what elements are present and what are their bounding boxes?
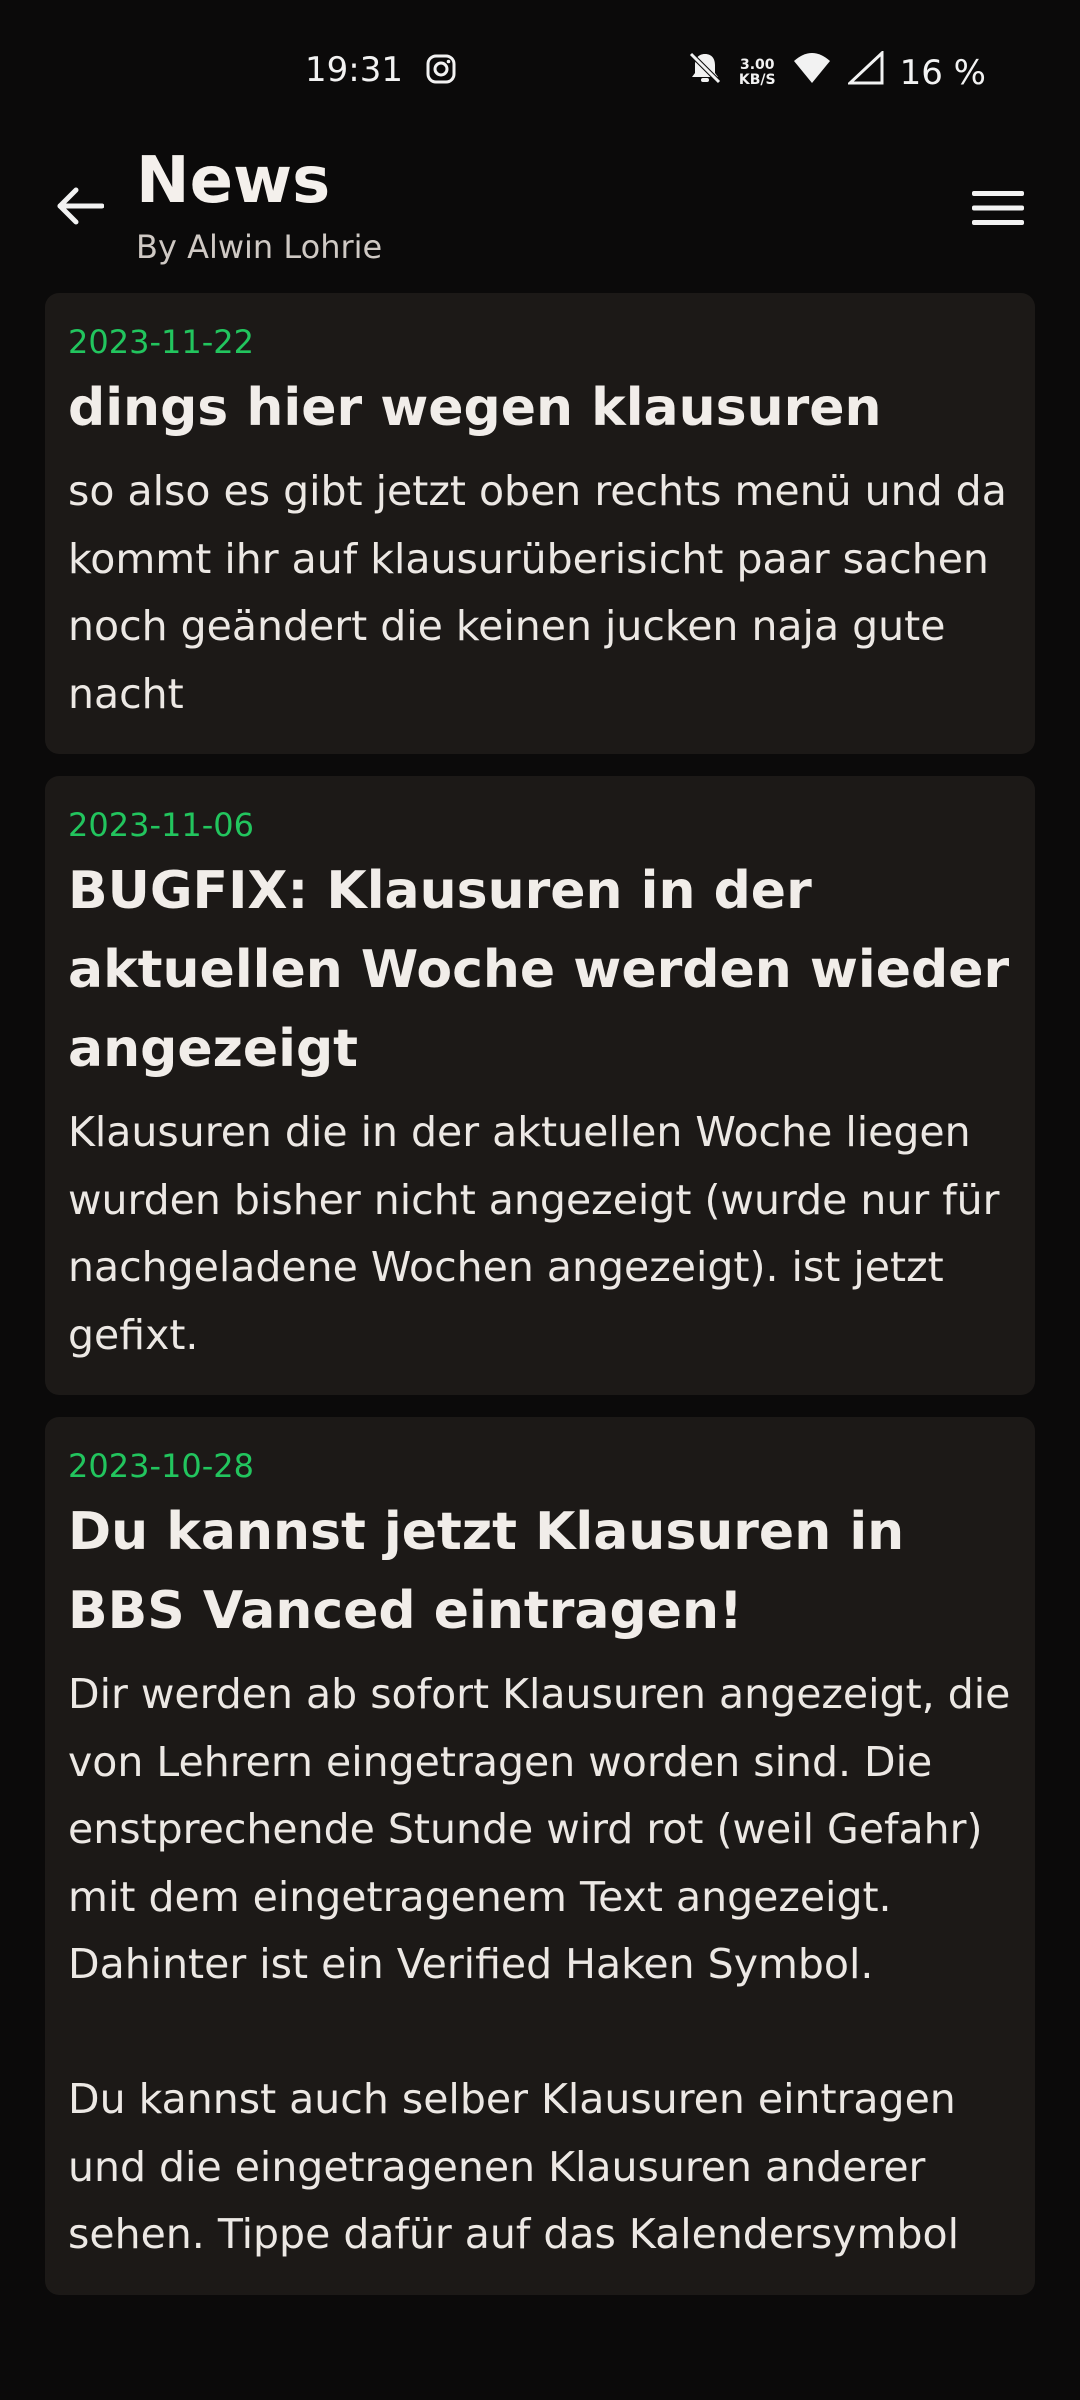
- status-time: 19:31: [305, 50, 403, 90]
- back-button[interactable]: [50, 178, 110, 238]
- news-feed[interactable]: 2023-11-22 dings hier wegen klausuren so…: [45, 293, 1035, 2317]
- wifi-icon: [792, 51, 832, 94]
- app-bar: News By Alwin Lohrie: [0, 140, 1080, 290]
- news-title: Du kannst jetzt Klausuren in BBS Vanced …: [68, 1502, 905, 1641]
- news-card[interactable]: 2023-11-22 dings hier wegen klausuren so…: [45, 293, 1035, 754]
- hamburger-menu-icon: [972, 188, 1024, 232]
- menu-button[interactable]: [968, 180, 1028, 240]
- status-bar: 19:31 3.00 KB/S 16 %: [0, 0, 1080, 140]
- news-title: dings hier wegen klausuren: [68, 378, 882, 438]
- news-date: 2023-10-28: [68, 1447, 254, 1485]
- instagram-icon: [426, 54, 456, 84]
- news-card[interactable]: 2023-11-06 BUGFIX: Klausuren in der aktu…: [45, 776, 1035, 1395]
- network-speed: 3.00 KB/S: [738, 56, 776, 88]
- news-title: BUGFIX: Klausuren in der aktuellen Woche…: [68, 861, 1010, 1079]
- arrow-left-icon: [56, 186, 105, 230]
- status-right: 3.00 KB/S 16 %: [687, 49, 986, 95]
- news-body: Dir werden ab sofort Klausuren angezeigt…: [68, 1670, 1011, 2258]
- speed-unit: KB/S: [738, 71, 776, 88]
- news-body: so also es gibt jetzt oben rechts menü u…: [68, 467, 1007, 718]
- news-body: Klausuren die in der aktuellen Woche lie…: [68, 1108, 1000, 1359]
- battery-percent: 16 %: [899, 52, 986, 93]
- bell-off-icon: [687, 50, 723, 95]
- page-title: News: [136, 144, 331, 218]
- speed-value: 3.00: [739, 56, 775, 73]
- signal-icon: [845, 49, 884, 94]
- page-subtitle: By Alwin Lohrie: [136, 228, 383, 266]
- news-date: 2023-11-06: [68, 806, 254, 844]
- news-date: 2023-11-22: [68, 323, 254, 361]
- news-card[interactable]: 2023-10-28 Du kannst jetzt Klausuren in …: [45, 1417, 1035, 2295]
